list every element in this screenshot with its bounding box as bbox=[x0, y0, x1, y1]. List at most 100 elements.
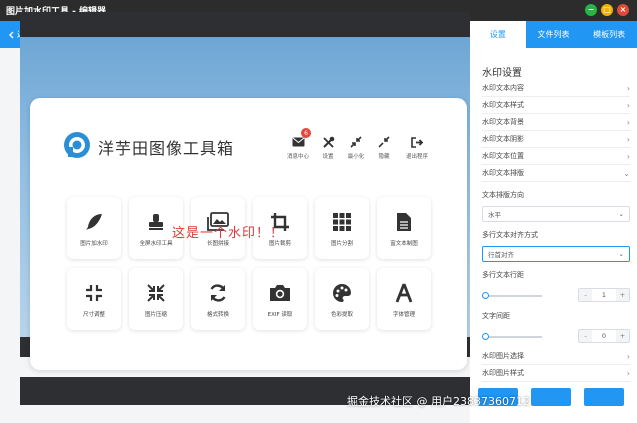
header-action-label: 最小化 bbox=[347, 154, 365, 160]
compress-icon bbox=[350, 135, 362, 149]
section-label: 水印文本内容 bbox=[482, 84, 524, 92]
line-spacing-slider[interactable] bbox=[482, 295, 542, 297]
layout-direction-value: 水平 bbox=[488, 211, 501, 219]
section-label: 水印图片选择 bbox=[482, 352, 524, 360]
chevron-right-icon: › bbox=[626, 151, 630, 161]
tool-label: 格式转换 bbox=[206, 312, 229, 318]
panel-tabs: 设置 文件列表 模板列表 bbox=[470, 21, 637, 48]
section-label: 水印文本位置 bbox=[482, 152, 524, 160]
section-label: 水印图片样式 bbox=[482, 369, 524, 377]
tool-tile: 图片分割 bbox=[315, 197, 369, 259]
line-spacing-label: 多行文本行距 bbox=[482, 271, 524, 279]
chevron-left-icon bbox=[9, 31, 14, 38]
watermark-text[interactable]: 这是一个水印！！ bbox=[172, 222, 284, 241]
section-text-layout[interactable]: 水印文本排版 ⌄ bbox=[482, 165, 630, 182]
increment-button[interactable]: + bbox=[616, 330, 629, 342]
tool-label: 色彩提取 bbox=[330, 312, 353, 318]
window-controls: − □ × bbox=[585, 4, 629, 16]
section-image-style[interactable]: 水印图片样式 › bbox=[482, 365, 630, 382]
tool-tile: 富文本制图 bbox=[377, 197, 431, 259]
logo-icon bbox=[64, 132, 90, 158]
chevron-right-icon: › bbox=[626, 368, 630, 378]
section-image-select[interactable]: 水印图片选择 › bbox=[482, 348, 630, 365]
line-spacing-stepper[interactable]: - 1 + bbox=[578, 288, 630, 302]
section-text-content[interactable]: 水印文本内容 › bbox=[482, 80, 630, 97]
letter-spacing-slider-thumb[interactable] bbox=[482, 333, 489, 340]
decrement-button[interactable]: - bbox=[579, 330, 592, 342]
stamp-icon bbox=[146, 211, 166, 233]
minimize-button[interactable]: − bbox=[585, 4, 597, 16]
header-action-label: 设置 bbox=[322, 154, 334, 160]
layout-direction-select[interactable]: 水平 ⌄ bbox=[482, 206, 630, 222]
footer-credit: 掘金技术社区 @ 用户2383736071​2 bbox=[347, 395, 530, 408]
header-action-hide: 隐藏 bbox=[367, 135, 401, 160]
letter-spacing-stepper[interactable]: - 0 + bbox=[578, 329, 630, 343]
maximize-button[interactable]: □ bbox=[601, 4, 613, 16]
tool-tile: EXIF 读取 bbox=[253, 268, 307, 330]
tool-label: 字体管理 bbox=[392, 312, 415, 318]
camera-icon bbox=[269, 282, 291, 304]
expand-icon bbox=[85, 282, 103, 304]
chevron-down-icon: ⌄ bbox=[618, 250, 624, 258]
tool-label: 图片压缩 bbox=[144, 312, 167, 318]
tool-tile: 尺寸调整 bbox=[67, 268, 121, 330]
settings-panel: 水印设置 水印文本内容 › 水印文本样式 › 水印文本背景 › 水印文本阴影 › 水印文… bbox=[470, 48, 637, 423]
tab-settings[interactable]: 设置 bbox=[470, 21, 526, 48]
compress-arrows-icon bbox=[146, 282, 166, 304]
tool-label: 富文本制图 bbox=[390, 241, 418, 247]
panel-title: 水印设置 bbox=[482, 68, 522, 79]
line-spacing-value[interactable]: 1 bbox=[592, 291, 616, 299]
document-icon bbox=[396, 211, 412, 233]
grid-icon bbox=[332, 211, 352, 233]
chevron-right-icon: › bbox=[626, 117, 630, 127]
letter-spacing-label: 文字间距 bbox=[482, 312, 510, 320]
panel-action-button[interactable] bbox=[584, 388, 624, 406]
section-label: 水印文本背景 bbox=[482, 118, 524, 126]
sync-icon bbox=[208, 282, 228, 304]
panel-action-button[interactable] bbox=[531, 388, 571, 406]
tool-label: EXIF 读取 bbox=[267, 312, 293, 318]
section-text-style[interactable]: 水印文本样式 › bbox=[482, 97, 630, 114]
tool-tile: 图片压缩 bbox=[129, 268, 183, 330]
hide-icon bbox=[378, 135, 390, 149]
section-label: 水印文本样式 bbox=[482, 101, 524, 109]
tool-tile: 格式转换 bbox=[191, 268, 245, 330]
section-label: 水印文本阴影 bbox=[482, 135, 524, 143]
layout-direction-label: 文本排版方向 bbox=[482, 191, 524, 199]
alignment-select[interactable]: 行首对齐 ⌄ bbox=[482, 246, 630, 262]
letter-spacing-value[interactable]: 0 bbox=[592, 332, 616, 340]
font-icon bbox=[395, 282, 413, 304]
sign-out-icon bbox=[410, 135, 424, 149]
chevron-right-icon: › bbox=[626, 83, 630, 93]
alignment-value: 行首对齐 bbox=[488, 251, 514, 259]
tab-template-list[interactable]: 模板列表 bbox=[581, 21, 637, 48]
tool-label: 图片分割 bbox=[330, 241, 353, 247]
header-action-messages: 6 消息中心 bbox=[281, 128, 315, 160]
tool-label: 尺寸调整 bbox=[82, 312, 105, 318]
message-badge: 6 bbox=[301, 128, 311, 138]
tool-tile: 图片加水印 bbox=[67, 197, 121, 259]
section-label: 水印文本排版 bbox=[482, 169, 524, 177]
section-text-position[interactable]: 水印文本位置 › bbox=[482, 148, 630, 165]
decrement-button[interactable]: - bbox=[579, 289, 592, 301]
header-action-exit: 退出程序 bbox=[400, 135, 434, 160]
tool-label: 图片加水印 bbox=[80, 241, 108, 247]
tab-file-list[interactable]: 文件列表 bbox=[526, 21, 582, 48]
feather-icon bbox=[84, 211, 104, 233]
increment-button[interactable]: + bbox=[616, 289, 629, 301]
chevron-right-icon: › bbox=[626, 100, 630, 110]
close-button[interactable]: × bbox=[617, 4, 629, 16]
line-spacing-slider-thumb[interactable] bbox=[482, 292, 489, 299]
palette-icon bbox=[332, 282, 352, 304]
header-action-label: 退出程序 bbox=[405, 154, 428, 160]
brand-name: 洋芋田图像工具箱 bbox=[98, 139, 235, 158]
section-text-shadow[interactable]: 水印文本阴影 › bbox=[482, 131, 630, 148]
tool-tile: 色彩提取 bbox=[315, 268, 369, 330]
chevron-down-icon: ⌄ bbox=[623, 168, 630, 178]
header-action-label: 隐藏 bbox=[378, 154, 390, 160]
letter-spacing-slider[interactable] bbox=[482, 336, 542, 338]
section-text-background[interactable]: 水印文本背景 › bbox=[482, 114, 630, 131]
tool-tile: 字体管理 bbox=[377, 268, 431, 330]
header-action-label: 消息中心 bbox=[286, 154, 309, 160]
tools-icon bbox=[322, 135, 335, 149]
